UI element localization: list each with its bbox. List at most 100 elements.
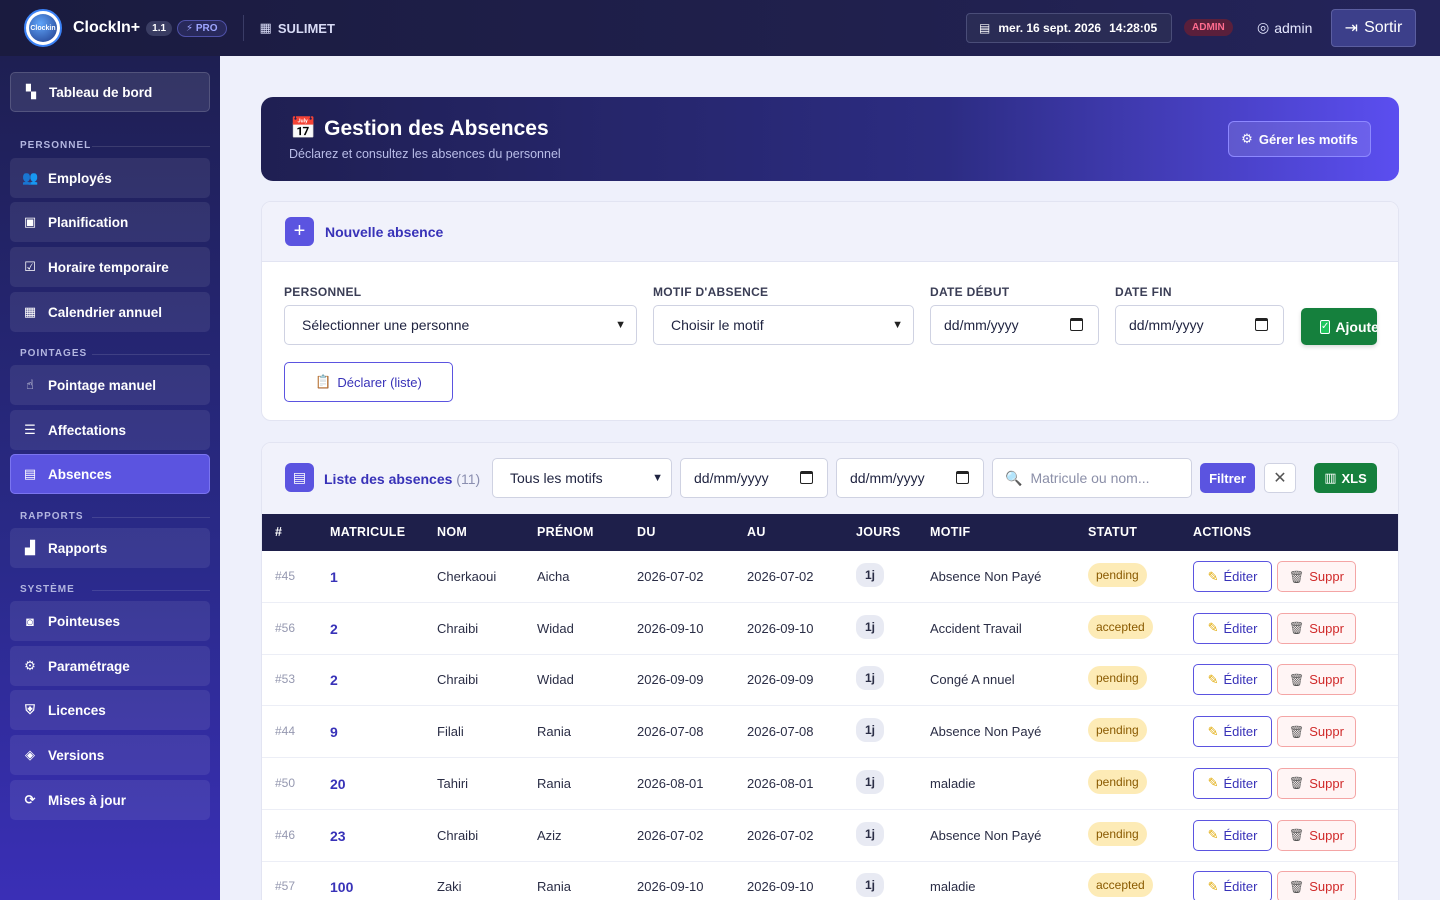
sidebar-item-calendrier-annuel[interactable]: ▦ Calendrier annuel	[10, 292, 210, 332]
matricule-link[interactable]: 9	[330, 724, 338, 740]
column-header: ACTIONS	[1193, 525, 1252, 539]
logout-label: Sortir	[1364, 19, 1403, 36]
sidebar-item-mises-a-jour[interactable]: ⟳ Mises à jour	[10, 780, 210, 820]
sidebar-item-horaire-temporaire[interactable]: ☑ Horaire temporaire	[10, 247, 210, 287]
delete-button[interactable]: 🗑 Suppr	[1277, 612, 1356, 644]
matricule-link[interactable]: 23	[330, 828, 346, 844]
nom-cell: Tahiri	[437, 775, 469, 791]
filter-date-from[interactable]: dd/mm/yyyy	[680, 458, 828, 498]
matricule-link[interactable]: 2	[330, 621, 338, 637]
declare-list-label: Déclarer (liste)	[337, 374, 422, 390]
delete-button[interactable]: 🗑 Suppr	[1277, 767, 1356, 799]
delete-button[interactable]: 🗑 Suppr	[1277, 871, 1356, 900]
sidebar-item-rapports[interactable]: ▟ Rapports	[10, 528, 210, 568]
manage-motifs-label: Gérer les motifs	[1258, 131, 1358, 147]
matricule-link[interactable]: 1	[330, 569, 338, 585]
delete-button[interactable]: 🗑 Suppr	[1277, 716, 1356, 748]
calendar-check-icon: ☑	[24, 259, 36, 274]
edit-button[interactable]: ✎ Éditer	[1193, 612, 1272, 644]
shield-icon: ⛨	[25, 702, 35, 717]
absence-id: #50	[275, 775, 296, 790]
calendar-icon: ▣	[23, 214, 37, 229]
edit-button[interactable]: ✎ Éditer	[1193, 767, 1272, 799]
add-absence-button[interactable]: ✓ Ajouter	[1301, 308, 1377, 345]
user-menu[interactable]: ◎ admin	[1257, 19, 1312, 36]
personnel-select[interactable]: Sélectionner une personne ▼	[284, 305, 637, 345]
manage-motifs-button[interactable]: ⚙ Gérer les motifs	[1228, 121, 1371, 157]
motif-filter-select[interactable]: Tous les motifs ▼	[492, 458, 672, 498]
sidebar-item-dashboard[interactable]: ▚ Tableau de bord	[10, 72, 210, 112]
pencil-icon: ✎	[1207, 620, 1219, 636]
column-header: NOM	[437, 525, 468, 539]
start-date-cell: 2026-09-09	[637, 672, 704, 688]
sidebar-item-employes[interactable]: 👥 Employés	[10, 158, 210, 198]
column-header: DU	[637, 525, 656, 539]
days-badge: 1j	[856, 666, 884, 691]
matricule-link[interactable]: 20	[330, 776, 346, 792]
start-date-label: DATE DÉBUT	[930, 285, 1010, 299]
matricule-link[interactable]: 2	[330, 672, 338, 688]
delete-button[interactable]: 🗑 Suppr	[1277, 561, 1356, 592]
motif-filter-value: Tous les motifs	[510, 470, 603, 486]
edit-button[interactable]: ✎ Éditer	[1193, 819, 1272, 851]
absence-id: #45	[275, 569, 296, 583]
start-date-cell: 2026-09-10	[637, 879, 704, 895]
new-absence-title: Nouvelle absence	[325, 223, 444, 240]
prenom-cell: Aicha	[537, 569, 570, 584]
column-header: STATUT	[1088, 525, 1138, 539]
pencil-icon: ✎	[1207, 723, 1219, 739]
delete-button[interactable]: 🗑 Suppr	[1277, 664, 1356, 696]
sidebar-item-affectations[interactable]: ☰ Affectations	[10, 410, 210, 450]
end-date-input[interactable]: dd/mm/yyyy	[1115, 305, 1284, 345]
trash-icon: 🗑	[1289, 776, 1305, 791]
edit-label: Éditer	[1223, 672, 1258, 688]
edit-button[interactable]: ✎ Éditer	[1193, 561, 1272, 592]
column-header: MOTIF	[930, 525, 971, 539]
sidebar-item-label: Planification	[48, 214, 129, 230]
delete-label: Suppr	[1309, 827, 1344, 843]
table-row: #45 1 Cherkaoui Aicha 2026-07-02 2026-07-02 1j…	[262, 551, 1398, 603]
trash-icon: 🗑	[1289, 828, 1305, 842]
search-input[interactable]: 🔍 Matricule ou nom...	[992, 458, 1192, 498]
end-date-cell: 2026-07-08	[747, 724, 814, 740]
filter-button[interactable]: Filtrer	[1200, 463, 1255, 493]
sidebar-item-pointeuses[interactable]: ◙ Pointeuses	[10, 601, 210, 641]
end-date-value: dd/mm/yyyy	[1129, 317, 1204, 333]
section-divider	[92, 354, 210, 355]
filter-date-to-value: dd/mm/yyyy	[850, 470, 925, 486]
sliders-icon: ☰	[24, 422, 36, 437]
calendar-icon	[956, 471, 969, 484]
start-date-cell: 2026-09-10	[637, 620, 704, 636]
export-xls-button[interactable]: ▥ XLS	[1314, 463, 1377, 493]
delete-button[interactable]: 🗑 Suppr	[1277, 819, 1356, 851]
sidebar-item-licences[interactable]: ⛨ Licences	[10, 690, 210, 730]
matricule-link[interactable]: 100	[330, 879, 353, 895]
app-logo[interactable]: Clockin	[24, 9, 62, 47]
edit-button[interactable]: ✎ Éditer	[1193, 716, 1272, 748]
start-date-cell: 2026-07-08	[637, 724, 704, 740]
edit-label: Éditer	[1223, 724, 1258, 740]
sidebar-item-parametrage[interactable]: ⚙ Paramétrage	[10, 646, 210, 686]
nom-cell: Filali	[437, 724, 464, 740]
company-label: SULIMET	[277, 20, 335, 36]
start-date-input[interactable]: dd/mm/yyyy	[930, 305, 1099, 345]
filter-date-to[interactable]: dd/mm/yyyy	[836, 458, 984, 498]
sidebar: ▚ Tableau de bord PERSONNEL 👥 Employés ▣…	[0, 56, 220, 900]
column-header: MATRICULE	[330, 525, 406, 539]
current-time: 14:28:05	[1109, 21, 1158, 35]
sidebar-item-label: Versions	[48, 747, 105, 763]
clear-filters-button[interactable]: ✕	[1264, 463, 1296, 493]
sidebar-item-absences[interactable]: ▤ Absences	[10, 454, 210, 494]
column-header: #	[275, 525, 283, 539]
sidebar-item-versions[interactable]: ◈ Versions	[10, 735, 210, 775]
nom-cell: Cherkaoui	[437, 569, 497, 584]
edit-button[interactable]: ✎ Éditer	[1193, 871, 1272, 900]
logout-button[interactable]: ⇥ Sortir	[1331, 9, 1416, 47]
plus-icon: +	[285, 217, 314, 246]
edit-button[interactable]: ✎ Éditer	[1193, 664, 1272, 696]
sidebar-item-pointage-manuel[interactable]: ☝ Pointage manuel	[10, 365, 210, 405]
user-icon: ◎	[1257, 19, 1270, 35]
declare-list-button[interactable]: 📋 Déclarer (liste)	[284, 362, 453, 402]
motif-select[interactable]: Choisir le motif ▼	[653, 305, 914, 345]
sidebar-item-planification[interactable]: ▣ Planification	[10, 202, 210, 242]
